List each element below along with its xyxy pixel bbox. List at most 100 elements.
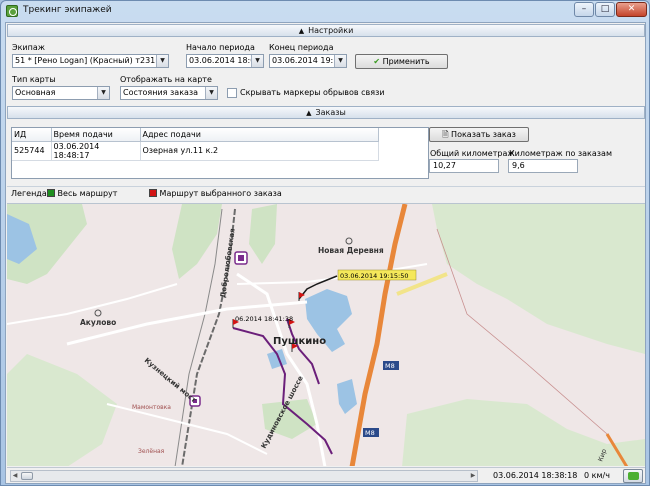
legend-label-selected-order: Маршрут выбранного заказа: [159, 189, 282, 198]
period-start-value: 03.06.2014 18:00: [189, 56, 261, 65]
column-header-address[interactable]: Адрес подачи: [140, 128, 379, 142]
svg-text:М8: М8: [385, 362, 395, 370]
timeline-scrollbar[interactable]: ◀ ▶: [10, 470, 478, 482]
chevron-down-icon: ▼: [156, 55, 168, 67]
legend-bar: Легенда: Весь маршрут Маршрут выбранного…: [7, 186, 645, 200]
legend-swatch-red: [149, 189, 157, 197]
forest-area: [432, 204, 645, 354]
map-type-label: Тип карты: [12, 75, 56, 84]
map-label-zelenaya: Зелёная: [138, 448, 165, 455]
display-on-map-label: Отображать на карте: [120, 75, 212, 84]
client-area: ▲ Настройки Экипаж 51 * [Рено Logan] (Кра…: [5, 22, 646, 484]
close-button[interactable]: ✕: [616, 2, 647, 17]
forest-area: [7, 354, 117, 466]
table-header-row: ИД Время подачи Адрес подачи: [12, 128, 379, 142]
maximize-button[interactable]: □: [595, 2, 615, 17]
status-datetime: 03.06.2014 18:38:18: [493, 471, 578, 480]
window-title: Трекинг экипажей: [23, 5, 112, 15]
orders-section-label: Заказы: [315, 108, 346, 117]
apply-button-label: Применить: [382, 57, 430, 66]
forest-area: [249, 204, 277, 264]
collapse-up-icon: ▲: [306, 109, 312, 117]
orders-km-label: Километраж по заказам: [509, 149, 612, 158]
status-speed: 0 км/ч: [584, 471, 610, 480]
orders-table[interactable]: ИД Время подачи Адрес подачи 525744 03.0…: [11, 127, 429, 179]
legend-title: Легенда:: [11, 189, 50, 198]
svg-text:М8: М8: [365, 429, 375, 437]
display-on-map-select[interactable]: Состояния заказа ▼: [120, 86, 218, 100]
crew-select[interactable]: 51 * [Рено Logan] (Красный) т231мн ▼: [12, 54, 169, 68]
legend-item-selected-order: Маршрут выбранного заказа: [149, 189, 282, 198]
road: [106, 403, 268, 455]
period-end-label: Конец периода: [269, 43, 334, 52]
vehicle-center-button[interactable]: [623, 469, 643, 483]
chevron-down-icon: ▼: [205, 87, 217, 99]
map-label-dobrolyubovskaya: Добролюбовская: [219, 228, 237, 298]
table-row[interactable]: 525744 03.06.2014 18:48:17 Озерная ул.11…: [12, 141, 379, 161]
legend-label-all-route: Весь маршрут: [57, 189, 118, 198]
display-on-map-value: Состояния заказа: [123, 88, 199, 97]
cell-time: 03.06.2014 18:48:17: [51, 141, 141, 161]
period-start-picker[interactable]: 03.06.2014 18:00 ▼: [186, 54, 264, 68]
hide-markers-checkbox[interactable]: [227, 88, 237, 98]
map-type-select[interactable]: Основная ▼: [12, 86, 110, 100]
chevron-down-icon: ▼: [251, 55, 263, 67]
lake: [267, 349, 287, 369]
total-km-field[interactable]: 10,27: [429, 159, 499, 173]
collapse-up-icon: ▲: [298, 27, 305, 35]
minimize-button[interactable]: –: [574, 2, 594, 17]
station-icon[interactable]: [234, 251, 248, 265]
column-header-time[interactable]: Время подачи: [51, 128, 141, 142]
map-label-kuznetskiy-most: Кузнецкий мост: [143, 356, 199, 404]
settlement-marker: [94, 309, 102, 317]
legend-item-all-route: Весь маршрут: [47, 189, 117, 198]
crew-label: Экипаж: [12, 43, 45, 52]
marker-time-label: 03.06.2014 19:15:50: [340, 272, 408, 280]
settings-section-header[interactable]: ▲ Настройки: [7, 24, 645, 37]
cell-id: 525744: [12, 141, 52, 161]
map-label-mamontovka: Мамонтовка: [132, 404, 171, 411]
show-order-label: Показать заказ: [451, 130, 516, 139]
document-search-icon: 🗎: [442, 130, 449, 139]
lake: [337, 379, 357, 414]
map-label-pushkino: Пушкино: [273, 336, 326, 347]
status-bar: ◀ ▶ 03.06.2014 18:38:18 0 км/ч: [7, 467, 645, 483]
arrow-right-icon[interactable]: ▶: [469, 471, 477, 481]
period-start-label: Начало периода: [186, 43, 255, 52]
maximize-icon: □: [600, 4, 610, 14]
period-end-value: 03.06.2014 19:16: [272, 56, 344, 65]
map-label-novaya-derevnya: Новая Деревня: [318, 246, 384, 255]
checkmark-icon: ✔: [373, 57, 381, 66]
map-type-value: Основная: [15, 88, 56, 97]
crew-select-value: 51 * [Рено Logan] (Красный) т231мн: [15, 56, 167, 65]
chevron-down-icon: ▼: [97, 87, 109, 99]
apply-button[interactable]: ✔ Применить: [355, 54, 448, 69]
chevron-down-icon: ▼: [334, 55, 346, 67]
close-icon: ✕: [627, 4, 636, 14]
cell-address: Озерная ул.11 к.2: [140, 141, 379, 161]
forest-area: [402, 399, 645, 466]
highway-shield: М8: [383, 361, 399, 370]
total-km-label: Общий километраж: [430, 149, 515, 158]
app-icon: [6, 5, 18, 17]
orders-section-header[interactable]: ▲ Заказы: [7, 106, 645, 119]
marker-time-label: 06.2014 18:41:38: [235, 315, 293, 323]
column-header-id[interactable]: ИД: [12, 128, 52, 142]
app-window: Трекинг экипажей – □ ✕ ▲ Настройки Экипаж…: [0, 0, 650, 486]
legend-swatch-green: [47, 189, 55, 197]
settings-section-label: Настройки: [308, 26, 354, 35]
period-end-picker[interactable]: 03.06.2014 19:16 ▼: [269, 54, 347, 68]
orders-km-field[interactable]: 9,6: [508, 159, 578, 173]
map-label-akulovo: Акулово: [80, 318, 116, 327]
hide-markers-label[interactable]: Скрывать маркеры обрывов связи: [240, 88, 385, 97]
highway-m8: [349, 204, 408, 466]
car-icon: [628, 472, 639, 480]
show-order-button[interactable]: 🗎 Показать заказ: [429, 127, 529, 142]
highway-shield: М8: [363, 428, 379, 437]
settlement-marker: [345, 237, 353, 245]
map-view[interactable]: 03.06.2014 19:15:50 06.2014 18:41:38 М8: [7, 203, 645, 466]
arrow-left-icon[interactable]: ◀: [11, 471, 19, 481]
minimize-icon: –: [581, 4, 587, 14]
timeline-scroll-thumb[interactable]: [21, 472, 33, 480]
title-bar: Трекинг экипажей – □ ✕: [1, 1, 649, 21]
